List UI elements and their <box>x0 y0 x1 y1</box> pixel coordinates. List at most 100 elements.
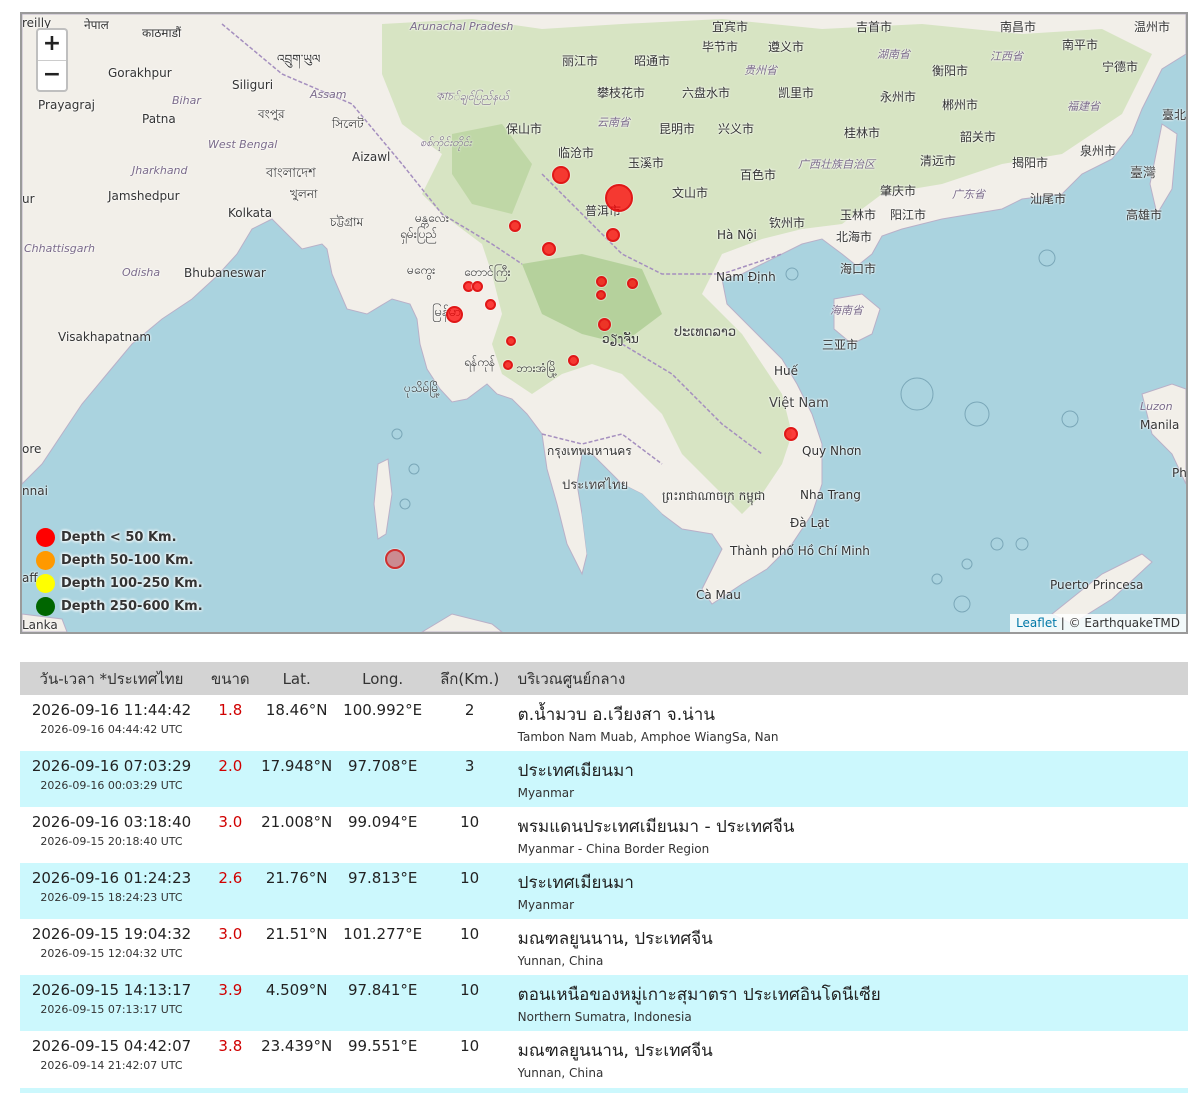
legend-item: Depth 100-250 Km. <box>36 572 203 595</box>
map-place-label: 海口市 <box>840 262 877 276</box>
cell-depth: 10 <box>460 925 480 943</box>
quake-marker[interactable] <box>503 360 513 370</box>
cell-time: 2026-09-16 03:18:40 2026-09-15 20:18:40 U… <box>20 807 203 863</box>
quake-marker[interactable] <box>627 278 638 289</box>
map-place-label: Phi <box>1172 466 1187 480</box>
map-place-label: Prayagraj <box>38 98 96 112</box>
quake-marker[interactable] <box>446 306 463 323</box>
table-row[interactable]: 2026-09-16 03:18:40 2026-09-15 20:18:40 U… <box>20 807 1188 863</box>
quake-marker[interactable] <box>605 184 633 212</box>
map-place-label: 文山市 <box>672 186 709 200</box>
earthquake-table-container: วัน-เวลา *ประเทศไทย ขนาด Lat. Long. ลึก(… <box>20 662 1188 1087</box>
table-row[interactable]: 2026-09-16 07:03:29 2026-09-16 00:03:29 U… <box>20 751 1188 807</box>
utc-time: 2026-09-16 00:03:29 UTC <box>40 779 183 792</box>
quake-marker[interactable] <box>472 281 483 292</box>
quake-marker[interactable] <box>596 290 606 300</box>
map-place-label: 临沧市 <box>558 146 595 160</box>
quake-marker[interactable] <box>784 427 798 441</box>
map-place-label: nnai <box>22 484 48 498</box>
map-place-label: 遵义市 <box>768 40 805 54</box>
region-thai: ต.น้ำมวบ อ.เวียงสา จ.น่าน <box>517 705 715 725</box>
map-place-label: Chhattisgarh <box>24 242 95 255</box>
local-time: 2026-09-15 14:13:17 <box>31 981 192 999</box>
header-time: วัน-เวลา *ประเทศไทย <box>20 662 203 695</box>
map-place-label: 海南省 <box>830 304 863 317</box>
map-place-label: 钦州市 <box>769 216 806 230</box>
quake-marker[interactable] <box>485 299 496 310</box>
map-place-label: 兴义市 <box>718 122 755 136</box>
quake-marker[interactable] <box>606 228 620 242</box>
cell-depth: 10 <box>460 869 480 887</box>
map-place-label: Jamshedpur <box>108 189 180 203</box>
map-place-label: Quy Nhơn <box>802 444 862 458</box>
map-place-label: 昭通市 <box>634 54 671 68</box>
map-place-label: 臺北 <box>1162 108 1187 122</box>
local-time: 2026-09-15 04:42:07 <box>31 1037 192 1055</box>
cell-time: 2026-09-16 01:24:23 2026-09-15 18:24:23 U… <box>20 863 203 919</box>
quake-marker[interactable] <box>598 318 611 331</box>
quake-marker[interactable] <box>506 336 516 346</box>
map-place-label: 广东省 <box>952 188 985 201</box>
leaflet-link[interactable]: Leaflet <box>1016 616 1057 630</box>
quake-marker[interactable] <box>385 549 405 569</box>
cell-region: มณฑลยูนนาน, ประเทศจีน Yunnan, China <box>510 1031 1188 1087</box>
depth-legend: Depth < 50 Km. Depth 50-100 Km. Depth 10… <box>36 526 203 618</box>
map-place-label: नेपाल <box>84 18 109 32</box>
cell-region: ตอนเหนือของหมู่เกาะสุมาตรา ประเทศอินโดนี… <box>510 975 1188 1031</box>
legend-label: Depth 250-600 Km. <box>61 599 203 614</box>
utc-time: 2026-09-15 12:04:32 UTC <box>40 947 183 960</box>
table-header-row: วัน-เวลา *ประเทศไทย ขนาด Lat. Long. ลึก(… <box>20 662 1188 695</box>
earthquake-map[interactable]: reilly नेपाल काठमाडौं Arunachal Pradesh 宜宾市吉… <box>20 12 1188 634</box>
map-place-label: 宁德市 <box>1102 60 1139 74</box>
table-row[interactable]: 2026-09-15 04:42:07 2026-09-14 21:42:07 U… <box>20 1031 1188 1087</box>
zoom-out-button[interactable]: − <box>38 60 66 90</box>
quake-marker[interactable] <box>542 242 556 256</box>
zoom-in-button[interactable]: + <box>38 30 66 60</box>
map-place-label: 衡阳市 <box>932 64 969 78</box>
cell-depth: 2 <box>464 701 475 719</box>
map-place-label: Việt Nam <box>769 396 829 411</box>
map-place-label: काठमाडौं <box>142 26 182 40</box>
cell-region: มณฑลยูนนาน, ประเทศจีน Yunnan, China <box>510 919 1188 975</box>
map-place-label: Cà Mau <box>696 588 741 602</box>
cell-magnitude: 3.0 <box>218 925 243 943</box>
table-row[interactable]: 2026-09-15 19:04:32 2026-09-15 12:04:32 U… <box>20 919 1188 975</box>
legend-item: Depth < 50 Km. <box>36 526 203 549</box>
quake-marker[interactable] <box>509 220 521 232</box>
map-place-label: Odisha <box>122 266 161 279</box>
map-place-label: খুলনা <box>290 187 318 201</box>
map-place-label: 宜宾市 <box>712 20 749 34</box>
cell-region: พรมแดนประเทศเมียนมา - ประเทศจีน Myanmar -… <box>510 807 1188 863</box>
table-body: 2026-09-16 11:44:42 2026-09-16 04:44:42 U… <box>20 695 1188 1087</box>
local-time: 2026-09-16 03:18:40 <box>31 813 192 831</box>
map-place-label: ဘားအံမြို့ <box>516 361 558 375</box>
map-place-label: 丽江市 <box>562 54 599 68</box>
map-place-label: 阳江市 <box>890 208 927 222</box>
map-place-label: ရန်ကုန် <box>464 355 496 369</box>
cell-depth: 10 <box>460 1037 480 1055</box>
map-place-label: Bihar <box>172 94 201 107</box>
quake-marker[interactable] <box>596 276 607 287</box>
map-place-label: 永州市 <box>880 90 917 104</box>
quake-marker[interactable] <box>568 355 579 366</box>
legend-dot-icon <box>36 574 55 593</box>
map-place-label: ព្រះរាជាណាចក្រ កម្ពុជា <box>662 489 766 503</box>
region-english: Myanmar <box>517 786 575 800</box>
map-place-label: Lanka <box>22 618 58 632</box>
table-row[interactable]: 2026-09-16 01:24:23 2026-09-15 18:24:23 U… <box>20 863 1188 919</box>
map-place-label: Manila <box>1140 418 1180 432</box>
cell-latitude: 18.46°N <box>265 701 328 719</box>
legend-dot-icon <box>36 528 55 547</box>
map-place-label: ປະເທດລາວ <box>674 325 737 340</box>
cell-time: 2026-09-16 07:03:29 2026-09-16 00:03:29 U… <box>20 751 203 807</box>
cell-latitude: 21.51°N <box>265 925 328 943</box>
table-row[interactable]: 2026-09-15 14:13:17 2026-09-15 07:13:17 U… <box>20 975 1188 1031</box>
quake-marker[interactable] <box>552 166 570 184</box>
map-place-label: Assam <box>310 88 347 101</box>
map-place-label: 福建省 <box>1067 100 1100 113</box>
map-place-label: 毕节市 <box>702 40 739 54</box>
table-row[interactable]: 2026-09-16 11:44:42 2026-09-16 04:44:42 U… <box>20 695 1188 751</box>
cell-depth: 3 <box>464 757 475 775</box>
map-place-label: বাংলাদেশ <box>266 166 316 181</box>
map-place-label: 南平市 <box>1062 38 1099 52</box>
